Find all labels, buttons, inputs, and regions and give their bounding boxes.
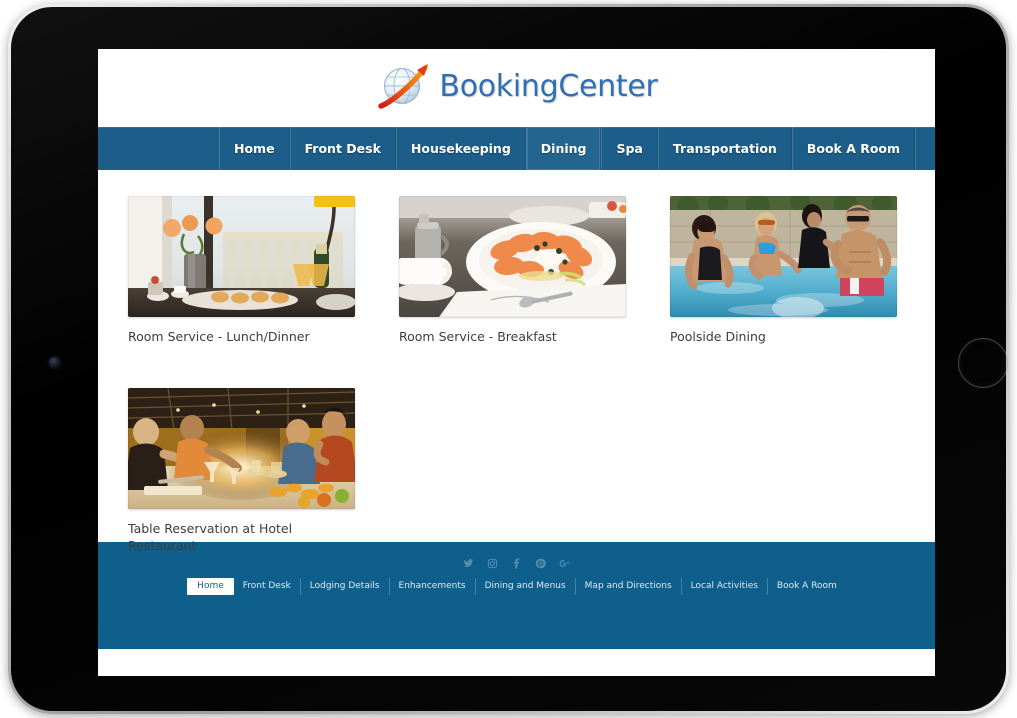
twitter-icon[interactable]	[462, 557, 475, 570]
footer-link-front-desk[interactable]: Front Desk	[234, 578, 301, 595]
footer-link-book-a-room[interactable]: Book A Room	[768, 578, 846, 595]
nav-item-home[interactable]: Home	[219, 127, 290, 170]
card-image-poolside	[670, 196, 897, 317]
footer-navigation: Home Front Desk Lodging Details Enhancem…	[98, 578, 935, 595]
card-image-restaurant-dining	[128, 388, 355, 510]
dining-card-grid: Room Service - Lunch/Dinner Room Service…	[128, 196, 905, 554]
nav-item-front-desk[interactable]: Front Desk	[289, 127, 396, 170]
site-footer: Home Front Desk Lodging Details Enhancem…	[98, 542, 935, 649]
nav-item-dining[interactable]: Dining	[525, 127, 602, 170]
search-button[interactable]	[915, 127, 935, 170]
card-room-service-lunch-dinner[interactable]: Room Service - Lunch/Dinner	[128, 196, 355, 345]
site-header: BookingCenter	[98, 49, 935, 127]
site-logo[interactable]: BookingCenter	[375, 58, 658, 114]
nav-item-spa[interactable]: Spa	[601, 127, 658, 170]
primary-navigation: Home Front Desk Housekeeping Dining Spa …	[98, 127, 935, 170]
card-caption: Room Service - Breakfast	[399, 329, 557, 344]
home-button[interactable]	[958, 338, 1008, 388]
card-image-salmon-breakfast	[399, 196, 626, 317]
social-links	[98, 555, 935, 571]
page-viewport: BookingCenter Home Front Desk Housekeepi…	[98, 49, 935, 676]
main-content: Room Service - Lunch/Dinner Room Service…	[98, 170, 935, 553]
instagram-icon[interactable]	[486, 557, 499, 570]
card-table-reservation[interactable]: Table Reservation at Hotel Restaurant	[128, 388, 355, 554]
card-poolside-dining[interactable]: Poolside Dining	[670, 196, 897, 345]
footer-link-local-activities[interactable]: Local Activities	[682, 578, 768, 595]
card-image-balcony-dining	[128, 196, 355, 317]
nav-item-book-a-room[interactable]: Book A Room	[791, 127, 916, 170]
footer-link-map-and-directions[interactable]: Map and Directions	[576, 578, 682, 595]
card-caption: Table Reservation at Hotel Restaurant	[128, 521, 293, 553]
footer-link-enhancements[interactable]: Enhancements	[390, 578, 476, 595]
card-caption: Room Service - Lunch/Dinner	[128, 329, 310, 344]
card-room-service-breakfast[interactable]: Room Service - Breakfast	[399, 196, 626, 345]
nav-item-housekeeping[interactable]: Housekeeping	[395, 127, 526, 170]
google-plus-icon[interactable]	[558, 557, 571, 570]
site-logo-text: BookingCenter	[439, 68, 658, 104]
nav-left-spacer	[98, 127, 219, 170]
card-caption: Poolside Dining	[670, 329, 766, 344]
footer-link-lodging-details[interactable]: Lodging Details	[301, 578, 390, 595]
facebook-icon[interactable]	[510, 557, 523, 570]
nav-item-transportation[interactable]: Transportation	[657, 127, 792, 170]
pinterest-icon[interactable]	[534, 557, 547, 570]
tablet-device-frame: BookingCenter Home Front Desk Housekeepi…	[8, 4, 1009, 714]
footer-link-home[interactable]: Home	[187, 578, 234, 595]
front-camera-icon	[49, 357, 60, 368]
globe-arrow-logo-icon	[375, 58, 435, 114]
footer-link-dining-and-menus[interactable]: Dining and Menus	[476, 578, 576, 595]
